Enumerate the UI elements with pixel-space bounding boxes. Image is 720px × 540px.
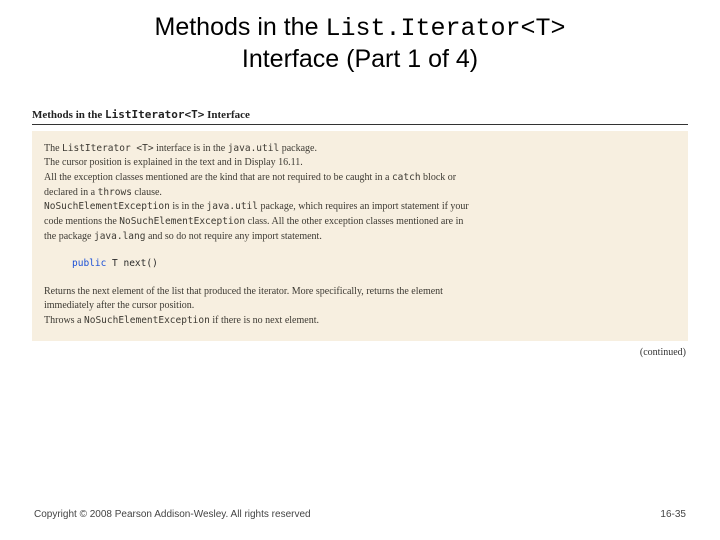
intro-l4b: throws — [98, 187, 132, 198]
intro-l5d: package, which requires an import statem… — [258, 201, 469, 212]
fig-header-pre: Methods in the — [32, 109, 105, 121]
intro-l3: All the exception classes mentioned are … — [44, 171, 676, 185]
intro-l7c: and so do not require any import stateme… — [145, 231, 321, 242]
intro-l2-text: The cursor position is explained in the … — [44, 157, 303, 168]
footer: Copyright © 2008 Pearson Addison-Wesley.… — [34, 509, 686, 520]
intro-l1: The ListIterator <T> interface is in the… — [44, 142, 676, 156]
intro-l5: NoSuchElementException is in the java.ut… — [44, 200, 676, 214]
figure: Methods in the ListIterator<T> Interface… — [32, 104, 688, 341]
intro-l6b: NoSuchElementException — [119, 216, 245, 227]
intro-l5a: NoSuchElementException — [44, 201, 170, 212]
copyright-text: Copyright © 2008 Pearson Addison-Wesley.… — [34, 509, 311, 520]
slide-title: Methods in the List.Iterator<T> Interfac… — [0, 0, 720, 76]
intro-l7a: the package — [44, 231, 94, 242]
intro-l4c: clause. — [132, 187, 162, 198]
figure-body: The ListIterator <T> interface is in the… — [32, 131, 688, 341]
desc-l3: Throws a NoSuchElementException if there… — [44, 314, 676, 328]
figure-header: Methods in the ListIterator<T> Interface — [32, 104, 688, 125]
continued-label: (continued) — [0, 347, 686, 358]
sig-rest: T next() — [106, 258, 157, 269]
intro-l4: declared in a throws clause. — [44, 186, 676, 200]
desc-l3a: Throws a — [44, 315, 84, 326]
title-line2: Interface (Part 1 of 4) — [242, 45, 478, 73]
desc-l3b: NoSuchElementException — [84, 315, 210, 326]
intro-l1d: java.util — [228, 143, 279, 154]
intro-l6: code mentions the NoSuchElementException… — [44, 215, 676, 229]
intro-l7b: java.lang — [94, 231, 145, 242]
intro-l7: the package java.lang and so do not requ… — [44, 230, 676, 244]
intro-l6c: class. All the other exception classes m… — [245, 216, 463, 227]
intro-l6a: code mentions the — [44, 216, 119, 227]
intro-l1b: ListIterator <T> — [62, 143, 154, 154]
method-signature: public T next() — [72, 258, 676, 271]
desc-l2: immediately after the cursor position. — [44, 299, 676, 313]
page-number: 16-35 — [660, 509, 686, 520]
fig-header-mono: ListIterator<T> — [105, 108, 204, 121]
intro-l5b: is in the — [170, 201, 207, 212]
intro-l2: The cursor position is explained in the … — [44, 156, 676, 170]
intro-l1a: The — [44, 143, 62, 154]
fig-header-post: Interface — [204, 109, 250, 121]
intro-l1e: package. — [279, 143, 317, 154]
desc-l1: Returns the next element of the list tha… — [44, 285, 676, 299]
intro-l5c: java.util — [207, 201, 258, 212]
intro-l3b: catch — [392, 172, 421, 183]
title-pre: Methods in the — [155, 13, 326, 41]
desc-l3c: if there is no next element. — [210, 315, 319, 326]
intro-l3a: All the exception classes mentioned are … — [44, 172, 392, 183]
intro-l1c: interface is in the — [154, 143, 228, 154]
title-mono: List.Iterator<T> — [325, 14, 565, 43]
intro-l4a: declared in a — [44, 187, 98, 198]
intro-l3c: block or — [421, 172, 457, 183]
sig-keyword: public — [72, 258, 106, 269]
